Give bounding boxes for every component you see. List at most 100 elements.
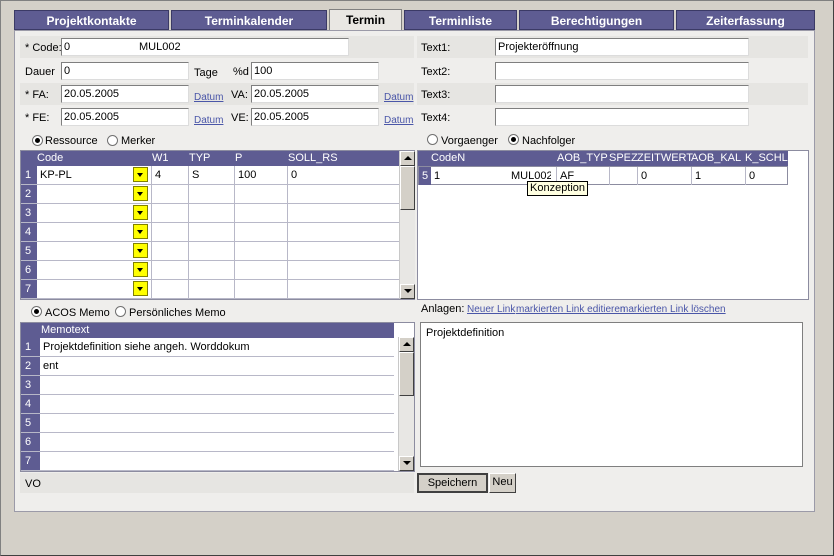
- cell-w1[interactable]: [152, 261, 189, 279]
- cell-typ[interactable]: [189, 204, 235, 222]
- text3-field[interactable]: [495, 85, 749, 103]
- text2-field[interactable]: [495, 62, 749, 80]
- cell-code[interactable]: [37, 223, 152, 241]
- tab-projektkontakte[interactable]: Projektkontakte: [14, 10, 169, 30]
- list-item[interactable]: 1 Projektdefinition siehe angeh. Worddok…: [21, 338, 394, 357]
- text1-field[interactable]: Projekteröffnung: [495, 38, 749, 56]
- scroll-down-icon[interactable]: [400, 284, 415, 299]
- dropdown-arrow-icon[interactable]: [133, 243, 148, 258]
- dropdown-arrow-icon[interactable]: [133, 224, 148, 239]
- cell-w1[interactable]: [152, 204, 189, 222]
- cell-p[interactable]: [235, 223, 288, 241]
- scroll-up-icon[interactable]: [399, 337, 414, 352]
- dropdown-arrow-icon[interactable]: [133, 186, 148, 201]
- new-button[interactable]: Neu: [489, 473, 516, 493]
- cell-typ[interactable]: [189, 242, 235, 260]
- table-row[interactable]: 5 1 MUL002 AF 0 1 0: [418, 166, 788, 185]
- pd-field[interactable]: 100: [251, 62, 379, 80]
- cell-typ[interactable]: [189, 223, 235, 241]
- cell-w1[interactable]: [152, 280, 189, 298]
- memo-text-cell[interactable]: [40, 414, 394, 432]
- cell-soll-rs[interactable]: 0: [288, 166, 399, 184]
- dropdown-arrow-icon[interactable]: [133, 262, 148, 277]
- cell-p[interactable]: [235, 185, 288, 203]
- table-row[interactable]: 3: [21, 204, 399, 223]
- memo-text-cell[interactable]: Projektdefinition siehe angeh. Worddokum: [40, 338, 394, 356]
- table-row[interactable]: 7: [21, 280, 399, 299]
- memo-text-cell[interactable]: [40, 376, 394, 394]
- dropdown-arrow-icon[interactable]: [133, 205, 148, 220]
- list-item[interactable]: 7: [21, 452, 394, 471]
- cell-code[interactable]: [37, 242, 152, 260]
- cell-code[interactable]: [37, 185, 152, 203]
- dauer-field[interactable]: 0: [61, 62, 189, 80]
- cell-soll-rs[interactable]: [288, 204, 399, 222]
- cell-typ[interactable]: [189, 280, 235, 298]
- cell-code[interactable]: [37, 204, 152, 222]
- cell-code[interactable]: [37, 261, 152, 279]
- tab-termin[interactable]: Termin: [329, 9, 402, 31]
- cell-w1[interactable]: 4: [152, 166, 189, 184]
- scroll-up-icon[interactable]: [400, 151, 415, 166]
- ve-datum-link[interactable]: Datum: [384, 115, 413, 126]
- cell-zeitwert[interactable]: 0: [638, 167, 692, 185]
- table-row[interactable]: 2: [21, 185, 399, 204]
- list-item[interactable]: 2 ent: [21, 357, 394, 376]
- list-item[interactable]: 3: [21, 376, 394, 395]
- table-row[interactable]: 4: [21, 223, 399, 242]
- list-item[interactable]: 6: [21, 433, 394, 452]
- persoenliches-memo-radio[interactable]: [115, 306, 126, 317]
- memo-text-cell[interactable]: [40, 433, 394, 451]
- delete-link[interactable]: markierten Link löschen: [620, 304, 726, 315]
- cell-soll-rs[interactable]: [288, 280, 399, 298]
- scroll-thumb[interactable]: [400, 166, 415, 210]
- tab-terminkalender[interactable]: Terminkalender: [171, 10, 327, 30]
- nachfolger-radio[interactable]: [508, 134, 519, 145]
- table-row[interactable]: 6: [21, 261, 399, 280]
- list-item[interactable]: 4: [21, 395, 394, 414]
- cell-code[interactable]: [37, 280, 152, 298]
- code-field[interactable]: 0 MUL002: [61, 38, 349, 56]
- resource-scrollbar[interactable]: [399, 151, 415, 299]
- scroll-down-icon[interactable]: [399, 456, 414, 471]
- fe-datum-link[interactable]: Datum: [194, 115, 223, 126]
- tab-zeiterfassung[interactable]: Zeiterfassung: [676, 10, 815, 30]
- cell-code[interactable]: KP-PL: [37, 166, 152, 184]
- va-field[interactable]: 20.05.2005: [251, 85, 379, 103]
- tab-berechtigungen[interactable]: Berechtigungen: [519, 10, 674, 30]
- cell-p[interactable]: [235, 280, 288, 298]
- fa-field[interactable]: 20.05.2005: [61, 85, 189, 103]
- new-link[interactable]: Neuer Link: [467, 304, 515, 315]
- list-item[interactable]: 5: [21, 414, 394, 433]
- cell-w1[interactable]: [152, 185, 189, 203]
- table-row[interactable]: 1 KP-PL 4 S 100 0: [21, 166, 399, 185]
- vorgaenger-radio[interactable]: [427, 134, 438, 145]
- text4-field[interactable]: [495, 108, 749, 126]
- save-button[interactable]: Speichern: [417, 473, 488, 493]
- memo-text-cell[interactable]: [40, 452, 394, 470]
- tab-terminliste[interactable]: Terminliste: [404, 10, 517, 30]
- cell-k-schl[interactable]: 0: [746, 167, 788, 185]
- edit-link[interactable]: markierten Link editieren: [516, 304, 626, 315]
- merker-radio[interactable]: [107, 135, 118, 146]
- memo-text-cell[interactable]: [40, 395, 394, 413]
- cell-p[interactable]: [235, 204, 288, 222]
- cell-w1[interactable]: [152, 223, 189, 241]
- dropdown-arrow-icon[interactable]: [133, 281, 148, 296]
- cell-typ[interactable]: S: [189, 166, 235, 184]
- cell-aob-kal[interactable]: 1: [692, 167, 746, 185]
- cell-soll-rs[interactable]: [288, 185, 399, 203]
- fa-datum-link[interactable]: Datum: [194, 92, 223, 103]
- ve-field[interactable]: 20.05.2005: [251, 108, 379, 126]
- cell-spez[interactable]: [610, 167, 638, 185]
- cell-soll-rs[interactable]: [288, 261, 399, 279]
- cell-w1[interactable]: [152, 242, 189, 260]
- cell-typ[interactable]: [189, 185, 235, 203]
- cell-p[interactable]: [235, 242, 288, 260]
- ressource-radio[interactable]: [32, 135, 43, 146]
- fe-field[interactable]: 20.05.2005: [61, 108, 189, 126]
- va-datum-link[interactable]: Datum: [384, 92, 413, 103]
- cell-p[interactable]: [235, 261, 288, 279]
- dropdown-arrow-icon[interactable]: [133, 167, 148, 182]
- attachments-textarea[interactable]: Projektdefinition: [420, 322, 803, 467]
